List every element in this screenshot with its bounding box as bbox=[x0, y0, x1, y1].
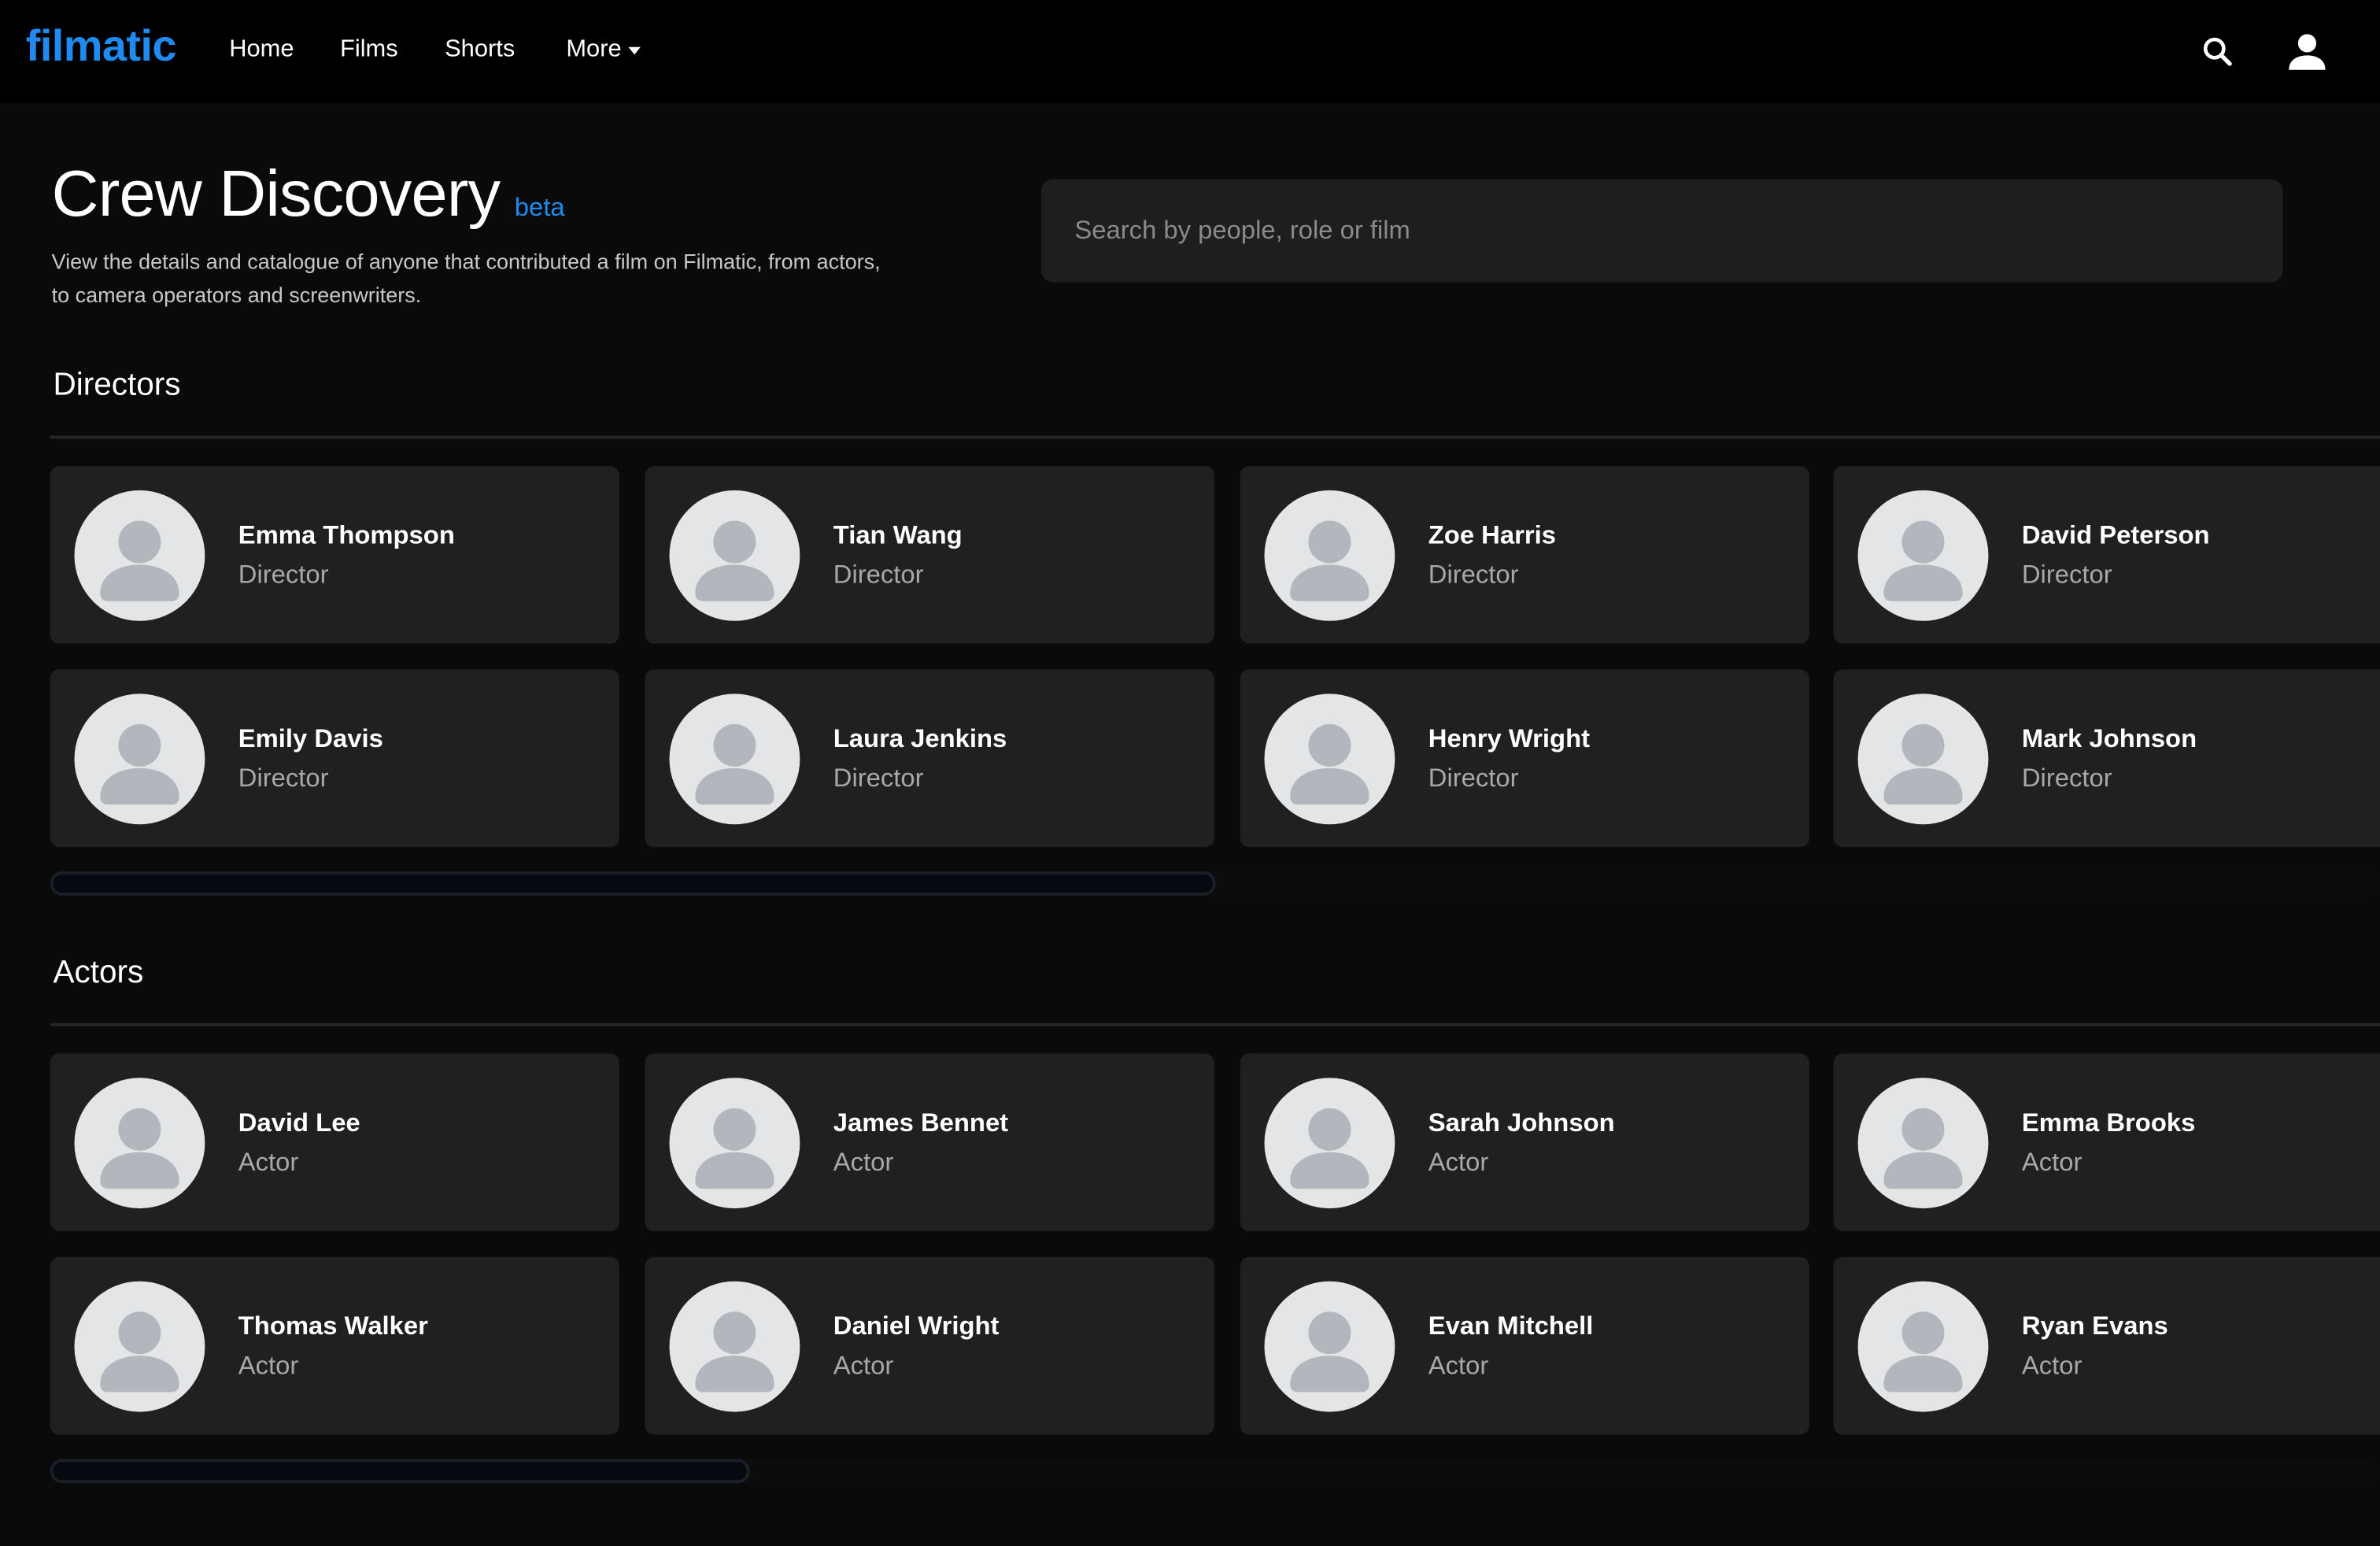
person-card[interactable]: Mark Johnson Director bbox=[1833, 669, 2380, 848]
filmatic-logo[interactable]: filmatic bbox=[26, 23, 177, 73]
avatar-placeholder-icon bbox=[1264, 693, 1395, 825]
avatar-placeholder-icon bbox=[669, 1078, 800, 1209]
avatar-placeholder-icon bbox=[1857, 1281, 1989, 1412]
page-description: View the details and catalogue of anyone… bbox=[51, 249, 881, 307]
person-card[interactable]: Thomas Walker Actor bbox=[50, 1256, 619, 1435]
person-name: David Lee bbox=[238, 1108, 360, 1137]
person-card[interactable]: Emma Thompson Director bbox=[50, 466, 619, 644]
person-role: Actor bbox=[2021, 1147, 2082, 1177]
person-name: Daniel Wright bbox=[833, 1311, 1000, 1341]
avatar-placeholder-icon bbox=[1264, 1281, 1395, 1412]
caret-down-icon bbox=[629, 46, 641, 54]
person-name: Emma Thompson bbox=[238, 520, 455, 550]
person-card[interactable]: David Peterson Director bbox=[1833, 466, 2380, 644]
person-role: Director bbox=[238, 764, 329, 793]
person-card[interactable]: Ryan Evans Actor bbox=[1833, 1256, 2380, 1435]
directors-divider bbox=[50, 435, 2380, 439]
nav-home[interactable]: Home bbox=[229, 36, 294, 64]
actors-scrollbar[interactable] bbox=[50, 1459, 2380, 1484]
beta-badge: beta bbox=[514, 192, 565, 222]
crew-search-input[interactable] bbox=[1040, 179, 2283, 283]
person-card[interactable]: Emily Davis Director bbox=[50, 669, 619, 848]
person-name: Emma Brooks bbox=[2021, 1108, 2196, 1137]
person-role: Director bbox=[2021, 764, 2112, 793]
avatar-placeholder-icon bbox=[1857, 693, 1989, 825]
person-role: Director bbox=[833, 764, 924, 793]
avatar-placeholder-icon bbox=[1264, 490, 1395, 621]
app-root: filmatic Home Films Shorts More Crew Dis… bbox=[0, 0, 2380, 1546]
person-name: Henry Wright bbox=[1428, 723, 1591, 753]
person-card[interactable]: Henry Wright Director bbox=[1240, 669, 1809, 848]
nav-more-dropdown[interactable]: More bbox=[566, 36, 641, 64]
person-role: Director bbox=[2021, 560, 2112, 590]
user-account-icon[interactable] bbox=[2286, 31, 2328, 81]
person-role: Actor bbox=[1428, 1147, 1489, 1177]
person-name: Ryan Evans bbox=[2021, 1311, 2168, 1341]
actors-scrollbar-thumb[interactable] bbox=[50, 1459, 750, 1484]
nav-more-label: More bbox=[566, 36, 622, 63]
person-role: Director bbox=[833, 560, 924, 590]
nav-films[interactable]: Films bbox=[340, 36, 398, 64]
person-card[interactable]: James Bennet Actor bbox=[645, 1053, 1214, 1232]
person-role: Director bbox=[238, 560, 329, 590]
page-title: Crew Discovery bbox=[51, 157, 501, 231]
person-name: Laura Jenkins bbox=[833, 723, 1007, 753]
avatar-placeholder-icon bbox=[1857, 490, 1989, 621]
search-icon[interactable] bbox=[2201, 35, 2234, 76]
person-card[interactable]: Emma Brooks Actor bbox=[1833, 1053, 2380, 1232]
actors-divider bbox=[50, 1023, 2380, 1026]
person-name: David Peterson bbox=[2021, 520, 2210, 550]
avatar-placeholder-icon bbox=[1857, 1078, 1989, 1209]
avatar-placeholder-icon bbox=[669, 490, 800, 621]
person-name: Zoe Harris bbox=[1428, 520, 1556, 550]
person-role: Actor bbox=[2021, 1351, 2082, 1381]
avatar-placeholder-icon bbox=[669, 1281, 800, 1412]
directors-section-title: Directors bbox=[53, 367, 181, 403]
person-card[interactable]: Daniel Wright Actor bbox=[645, 1256, 1214, 1435]
person-role: Actor bbox=[238, 1147, 299, 1177]
person-name: James Bennet bbox=[833, 1108, 1009, 1137]
avatar-placeholder-icon bbox=[74, 490, 205, 621]
person-role: Actor bbox=[238, 1351, 299, 1381]
person-card[interactable]: Evan Mitchell Actor bbox=[1240, 1256, 1809, 1435]
avatar-placeholder-icon bbox=[74, 1078, 205, 1209]
avatar-placeholder-icon bbox=[669, 693, 800, 825]
person-role: Director bbox=[1428, 764, 1519, 793]
person-role: Actor bbox=[833, 1147, 894, 1177]
person-role: Actor bbox=[1428, 1351, 1489, 1381]
person-card[interactable]: Laura Jenkins Director bbox=[645, 669, 1214, 848]
person-name: Tian Wang bbox=[833, 520, 963, 550]
person-card[interactable]: David Lee Actor bbox=[50, 1053, 619, 1232]
person-card[interactable]: Sarah Johnson Actor bbox=[1240, 1053, 1809, 1232]
person-name: Evan Mitchell bbox=[1428, 1311, 1594, 1341]
avatar-placeholder-icon bbox=[74, 693, 205, 825]
directors-scrollbar-thumb[interactable] bbox=[50, 871, 1216, 896]
person-card[interactable]: Tian Wang Director bbox=[645, 466, 1214, 644]
person-role: Director bbox=[1428, 560, 1519, 590]
nav-shorts[interactable]: Shorts bbox=[445, 36, 515, 64]
person-name: Emily Davis bbox=[238, 723, 383, 753]
person-name: Sarah Johnson bbox=[1428, 1108, 1615, 1137]
person-card[interactable]: Zoe Harris Director bbox=[1240, 466, 1809, 644]
directors-scrollbar[interactable] bbox=[50, 871, 2380, 896]
person-name: Thomas Walker bbox=[238, 1311, 428, 1341]
person-role: Actor bbox=[833, 1351, 894, 1381]
avatar-placeholder-icon bbox=[1264, 1078, 1395, 1209]
top-navigation-bar: filmatic Home Films Shorts More bbox=[0, 0, 2380, 104]
avatar-placeholder-icon bbox=[74, 1281, 205, 1412]
actors-section-title: Actors bbox=[53, 955, 144, 990]
person-name: Mark Johnson bbox=[2021, 723, 2197, 753]
